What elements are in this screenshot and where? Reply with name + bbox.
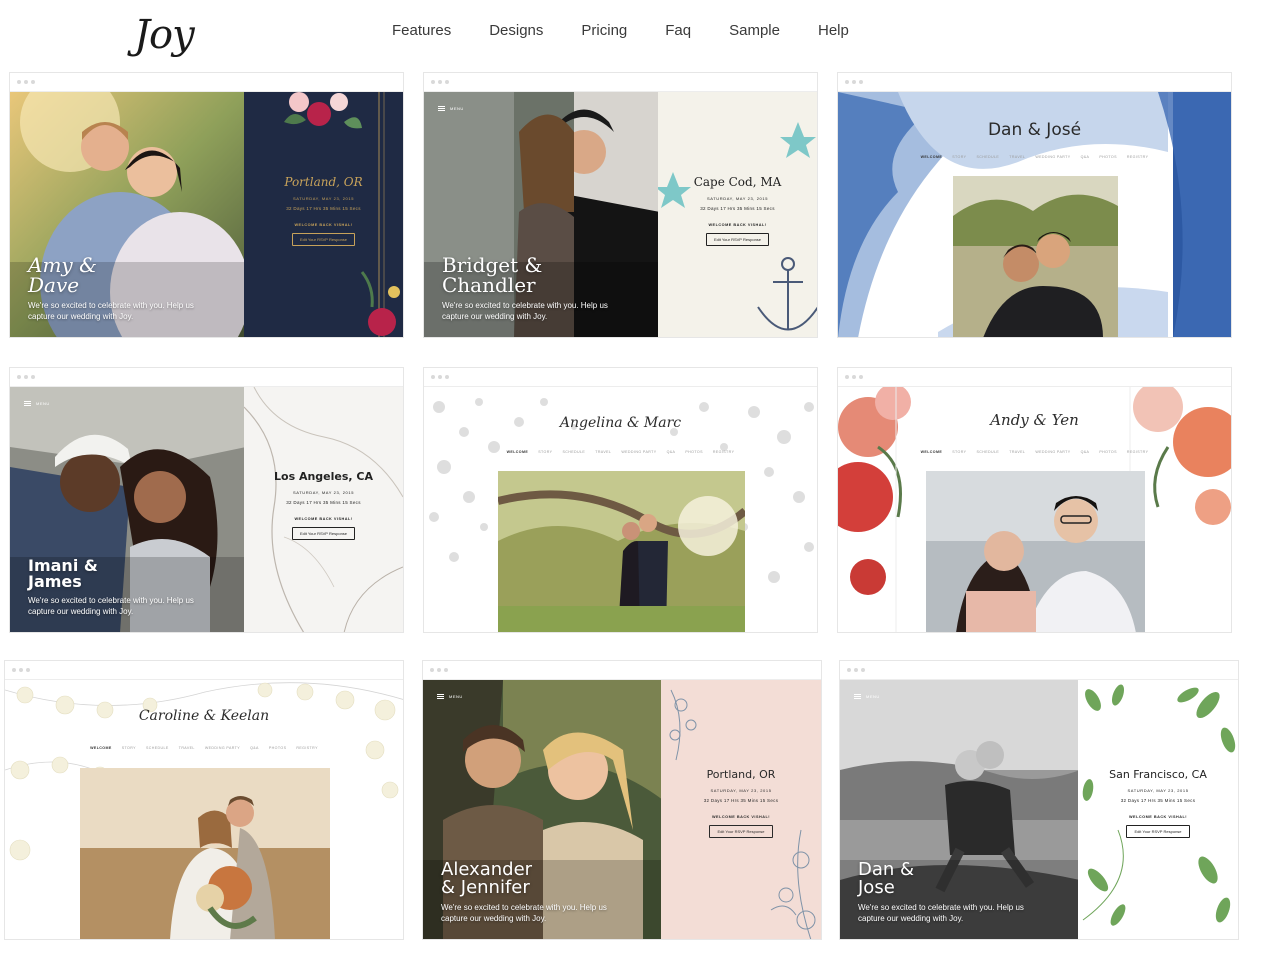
couple-photo: Amy & Dave We're so excited to celebrate … <box>10 92 246 337</box>
rsvp-button[interactable]: Edit Your RSVP Response <box>705 233 770 247</box>
menu-icon <box>24 401 31 406</box>
nav-features[interactable]: Features <box>392 22 451 39</box>
welcome-tagline: We're so excited to celebrate with you. … <box>858 903 1024 924</box>
event-date: SATURDAY, MAY 23, 2015 <box>292 196 355 202</box>
nav-help[interactable]: Help <box>818 22 849 39</box>
design-card-andy-yen[interactable]: Andy & Yen WELCOME STORY SCHEDULE TRAVEL WED… <box>837 367 1232 633</box>
event-city: Cape Cod, MA <box>693 175 782 190</box>
welcome-tagline: We're so excited to celebrate with you. … <box>442 301 608 322</box>
event-city: San Francisco, CA <box>1109 768 1207 782</box>
browser-chrome <box>838 73 1231 92</box>
site-nav: WELCOME STORY SCHEDULE TRAVEL WEDDING PARTY Q… <box>506 450 735 454</box>
site-menu[interactable]: MENU <box>854 694 880 699</box>
design-card-imani-james[interactable]: MENU Imani & James We're so excited to ce… <box>9 367 404 633</box>
welcome-tagline: We're so excited to celebrate with you. … <box>28 301 194 322</box>
couple-names: Dan & Jose <box>858 859 915 898</box>
countdown: 32 Days 17 Hrs 35 Mins 15 Secs <box>1120 798 1196 804</box>
countdown: 32 Days 17 Hrs 35 Mins 15 Secs <box>286 206 361 212</box>
event-city: Los Angeles, CA <box>274 470 373 484</box>
browser-chrome <box>10 368 403 387</box>
couple-names: Angelina & Marc <box>559 415 682 431</box>
browser-chrome <box>840 661 1238 680</box>
design-card-dan-jose-watercolor[interactable]: Dan & José WELCOME STORY SCHEDULE TRAVEL WED… <box>837 72 1232 338</box>
couple-names: Amy & Dave <box>28 253 97 297</box>
design-card-dan-jose-botanical[interactable]: MENU Dan & Jose We're so excited to celeb… <box>839 660 1239 940</box>
site-menu[interactable]: MENU <box>437 694 463 699</box>
couple-names: Caroline & Keelan <box>138 708 270 724</box>
details-panel: Cape Cod, MA SATURDAY, MAY 23, 2015 32 D… <box>658 92 817 337</box>
couple-photo <box>498 471 745 632</box>
site-menu[interactable]: MENU <box>24 401 50 406</box>
welcome-message: WELCOME BACK VISHAL! <box>294 517 353 522</box>
design-card-angelina-marc[interactable]: Angelina & Marc WELCOME STORY SCHEDULE TRAV… <box>423 367 818 633</box>
welcome-tagline: We're so excited to celebrate with you. … <box>441 903 607 924</box>
design-card-alexander-jennifer[interactable]: MENU Alexander & Jennifer We're so excite… <box>422 660 822 940</box>
menu-icon <box>437 694 444 699</box>
browser-chrome <box>10 73 403 92</box>
browser-chrome <box>424 368 817 387</box>
couple-photo: MENU Imani & James We're so excited to ce… <box>10 387 246 632</box>
details-panel: Portland, OR SATURDAY, MAY 23, 2015 32 D… <box>244 92 403 337</box>
nav-faq[interactable]: Faq <box>665 22 691 39</box>
rsvp-button[interactable]: Edit Your RSVP Response <box>291 233 356 247</box>
welcome-message: WELCOME BACK VISHAL! <box>711 815 771 820</box>
details-panel: San Francisco, CA SATURDAY, MAY 23, 2015… <box>1078 680 1238 939</box>
menu-icon <box>854 694 861 699</box>
couple-photo: MENU Dan & Jose We're so excited to celeb… <box>840 680 1080 939</box>
rsvp-button[interactable]: Edit Your RSVP Response <box>291 527 356 541</box>
couple-names: Bridget & Chandler <box>442 253 543 297</box>
browser-chrome <box>424 73 817 92</box>
details-panel: Portland, OR SATURDAY, MAY 23, 2015 32 D… <box>661 680 821 939</box>
nav-designs[interactable]: Designs <box>489 22 543 39</box>
nav-sample[interactable]: Sample <box>729 22 780 39</box>
countdown: 32 Days 17 Hrs 35 Mins 15 Secs <box>703 798 779 804</box>
browser-chrome <box>5 661 403 680</box>
welcome-message: WELCOME BACK VISHAL! <box>294 223 353 228</box>
nav-pricing[interactable]: Pricing <box>581 22 627 39</box>
details-panel: Los Angeles, CA SATURDAY, MAY 23, 2015 3… <box>244 387 403 632</box>
couple-photo <box>953 176 1118 337</box>
site-menu[interactable]: MENU <box>438 106 464 111</box>
event-date: SATURDAY, MAY 23, 2015 <box>710 788 772 794</box>
design-card-caroline-keelan[interactable]: Caroline & Keelan WELCOME STORY SCHEDULE TR… <box>4 660 404 940</box>
design-card-amy-dave[interactable]: Amy & Dave We're so excited to celebrate … <box>9 72 404 338</box>
design-card-bridget-chandler[interactable]: MENU Bridget & Chandler We're so excited … <box>423 72 818 338</box>
main-nav: Features Designs Pricing Faq Sample Help <box>392 22 849 39</box>
site-nav: WELCOME STORY SCHEDULE TRAVEL WEDDING PARTY Q… <box>90 746 318 750</box>
site-nav: WELCOME STORY SCHEDULE TRAVEL WEDDING PARTY Q… <box>920 450 1149 454</box>
couple-names: Alexander & Jennifer <box>441 859 533 898</box>
couple-photo: MENU Alexander & Jennifer We're so excite… <box>423 680 663 939</box>
menu-icon <box>438 106 445 111</box>
site-nav: WELCOME STORY SCHEDULE TRAVEL WEDDING PARTY Q… <box>920 155 1149 159</box>
couple-names: Imani & James <box>28 556 98 591</box>
event-date: SATURDAY, MAY 23, 2015 <box>706 196 769 202</box>
rsvp-button[interactable]: Edit Your RSVP Response <box>709 825 773 839</box>
couple-names: Dan & José <box>987 120 1082 140</box>
browser-chrome <box>423 661 821 680</box>
couple-photo <box>80 768 330 939</box>
couple-photo <box>926 471 1145 632</box>
event-date: SATURDAY, MAY 23, 2015 <box>292 490 355 496</box>
couple-names: Andy & Yen <box>990 411 1079 429</box>
welcome-message: WELCOME BACK VISHAL! <box>1128 815 1188 820</box>
event-date: SATURDAY, MAY 23, 2015 <box>1127 788 1189 794</box>
countdown: 32 Days 17 Hrs 35 Mins 15 Secs <box>700 206 775 212</box>
browser-chrome <box>838 368 1231 387</box>
welcome-message: WELCOME BACK VISHAL! <box>708 223 767 228</box>
rsvp-button[interactable]: Edit Your RSVP Response <box>1126 825 1190 839</box>
welcome-tagline: We're so excited to celebrate with you. … <box>28 596 194 617</box>
event-city: Portland, OR <box>706 768 776 782</box>
countdown: 32 Days 17 Hrs 35 Mins 15 Secs <box>286 500 361 506</box>
couple-photo: MENU Bridget & Chandler We're so excited … <box>424 92 660 337</box>
event-city: Portland, OR <box>284 175 363 190</box>
joy-logo[interactable]: Joy <box>134 12 195 58</box>
